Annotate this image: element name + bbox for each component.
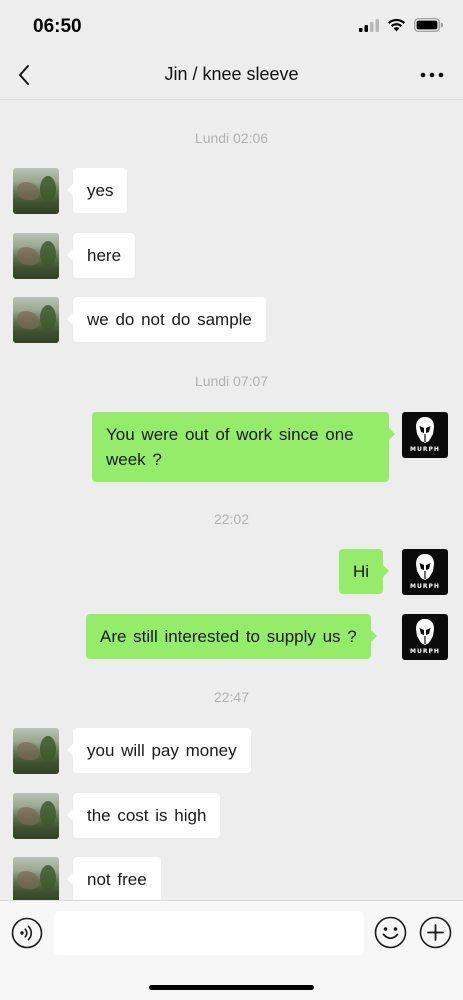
timestamp: 22:47: [213, 689, 250, 705]
status-icons: [359, 18, 443, 32]
ellipsis-icon: [420, 72, 444, 78]
contact-avatar[interactable]: [13, 728, 59, 774]
helmet-logo-icon: [416, 619, 434, 645]
emoji-icon: [374, 916, 407, 949]
timestamp: Lundi 07:07: [194, 373, 269, 389]
wifi-icon: [388, 18, 405, 32]
brand-text: MURPH: [410, 446, 440, 453]
brand-text: MURPH: [410, 583, 440, 590]
outgoing-message[interactable]: Hi: [339, 549, 390, 594]
incoming-message[interactable]: you will pay money: [67, 728, 251, 773]
status-bar: 06:50: [0, 0, 463, 50]
user-avatar[interactable]: MURPH: [402, 549, 448, 595]
chat-area[interactable]: Lundi 02:06 yes here we do not do sample…: [0, 100, 463, 900]
contact-avatar[interactable]: [13, 857, 59, 900]
voice-icon: [11, 917, 43, 949]
contact-avatar[interactable]: [13, 297, 59, 343]
incoming-message[interactable]: here: [66, 233, 136, 278]
outgoing-message[interactable]: You were out of work since one week ?: [92, 412, 395, 482]
outgoing-message[interactable]: Are still interested to supply us ?: [86, 614, 377, 659]
message-input[interactable]: [54, 911, 364, 955]
battery-icon: [414, 18, 443, 32]
chat-title: Jin / knee sleeve: [164, 64, 299, 84]
contact-avatar[interactable]: [13, 233, 59, 279]
plus-icon: [419, 916, 452, 949]
timestamp: Lundi 02:06: [194, 130, 269, 146]
status-time: 06:50: [33, 16, 82, 37]
more-button[interactable]: [419, 64, 445, 86]
incoming-message[interactable]: not free: [67, 857, 161, 900]
home-indicator[interactable]: [149, 985, 314, 990]
nav-bar: Jin / knee sleeve: [0, 50, 463, 100]
user-avatar[interactable]: MURPH: [402, 614, 448, 660]
plus-button[interactable]: [419, 916, 452, 949]
incoming-message[interactable]: yes: [66, 168, 128, 213]
cellular-signal-icon: [359, 18, 379, 32]
helmet-logo-icon: [416, 417, 434, 443]
emoji-button[interactable]: [374, 916, 407, 949]
helmet-logo-icon: [416, 554, 434, 580]
brand-text: MURPH: [410, 648, 440, 655]
incoming-message[interactable]: we do not do sample: [67, 297, 266, 342]
contact-avatar[interactable]: [13, 793, 59, 839]
voice-button[interactable]: [11, 917, 43, 949]
user-avatar[interactable]: MURPH: [402, 412, 448, 458]
timestamp: 22:02: [213, 511, 250, 527]
incoming-message[interactable]: the cost is high: [66, 793, 221, 838]
contact-avatar[interactable]: [13, 168, 59, 214]
